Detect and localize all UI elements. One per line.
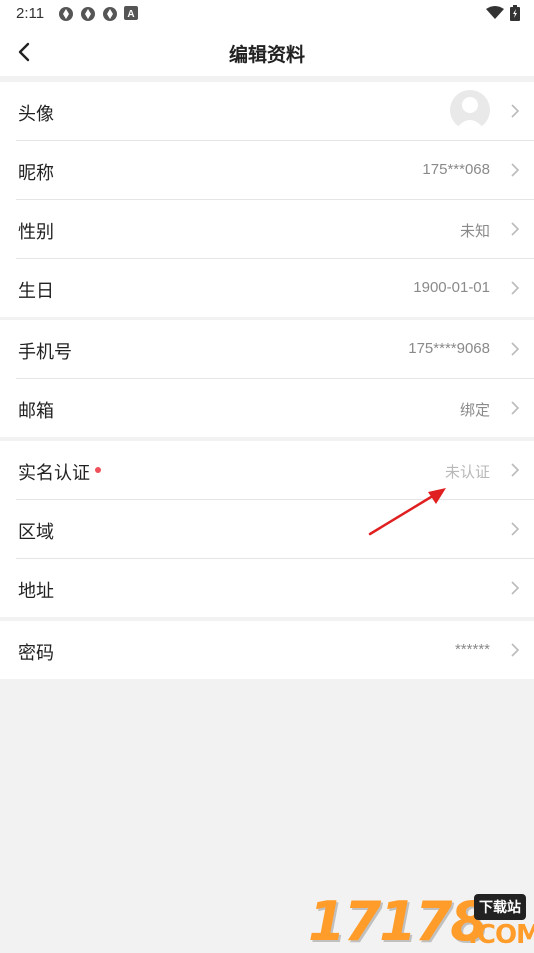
row-label: 性别 (18, 222, 54, 242)
system-icons (486, 5, 520, 25)
list-item-address[interactable]: 地址 (16, 559, 534, 617)
row-label: 生日 (18, 281, 54, 301)
chevron-right-icon (511, 581, 520, 595)
battery-icon (510, 5, 520, 25)
list-item-password[interactable]: 密码 ****** (16, 621, 534, 679)
chevron-right-icon (511, 522, 520, 536)
row-label: 昵称 (18, 163, 54, 183)
watermark-domain: .COM (468, 920, 534, 950)
watermark-digits: 17178 (308, 890, 488, 953)
chevron-right-icon (511, 281, 520, 295)
list-item-nickname[interactable]: 昵称 175***068 (16, 141, 534, 200)
chevron-right-icon (511, 104, 520, 118)
list-item-birthday[interactable]: 生日 1900-01-01 (16, 259, 534, 317)
chevron-right-icon (511, 222, 520, 236)
row-value: ****** (454, 641, 490, 658)
row-label: 密码 (18, 643, 54, 663)
row-label: 邮箱 (18, 401, 54, 421)
list-item-gender[interactable]: 性别 未知 (16, 200, 534, 259)
list-item-email[interactable]: 邮箱 绑定 (16, 379, 534, 437)
row-label: 实名认证 (18, 463, 90, 483)
status-time: 2:11 (16, 5, 45, 22)
vpn-icon (58, 6, 74, 22)
row-label: 地址 (18, 581, 54, 601)
profile-basic-group: 头像 昵称 175***068 性别 未知 生日 1900-01-01 (0, 82, 534, 317)
red-dot-badge (95, 467, 101, 473)
row-value: 未认证 (444, 464, 490, 481)
row-value: 175****9068 (408, 340, 490, 357)
chevron-right-icon (511, 401, 520, 415)
chevron-right-icon (511, 463, 520, 477)
row-label: 区域 (18, 522, 54, 542)
list-item-real-name-auth[interactable]: 实名认证 未认证 (16, 441, 534, 500)
row-label: 手机号 (18, 342, 72, 362)
header: 编辑资料 (0, 28, 534, 76)
vpn-icon (80, 6, 96, 22)
contact-group: 手机号 175****9068 邮箱 绑定 (0, 320, 534, 437)
row-value: 1900-01-01 (413, 279, 490, 296)
list-item-avatar[interactable]: 头像 (16, 82, 534, 141)
wifi-icon (486, 6, 504, 24)
status-bar: 2:11 A (0, 0, 534, 28)
identity-group: 实名认证 未认证 区域 地址 (0, 441, 534, 617)
list-item-phone[interactable]: 手机号 175****9068 (16, 320, 534, 379)
security-group: 密码 ****** (0, 621, 534, 679)
row-value: 绑定 (459, 402, 490, 419)
row-label-wrapper: 实名认证 (18, 459, 101, 485)
watermark-badge: 下载站 (474, 894, 526, 920)
chevron-right-icon (511, 163, 520, 177)
page-title: 编辑资料 (228, 45, 305, 66)
svg-text:A: A (127, 9, 134, 20)
row-value: 未知 (459, 223, 490, 240)
chevron-right-icon (511, 643, 520, 657)
chevron-right-icon (511, 342, 520, 356)
avatar (450, 90, 490, 130)
watermark-logo: 17178 下载站 .COM (308, 886, 534, 953)
row-value: 175***068 (422, 161, 490, 178)
notification-icons: A (58, 6, 140, 22)
row-label: 头像 (18, 104, 54, 124)
list-item-region[interactable]: 区域 (16, 500, 534, 559)
a-badge-icon: A (124, 6, 140, 22)
vpn-icon (102, 6, 118, 22)
